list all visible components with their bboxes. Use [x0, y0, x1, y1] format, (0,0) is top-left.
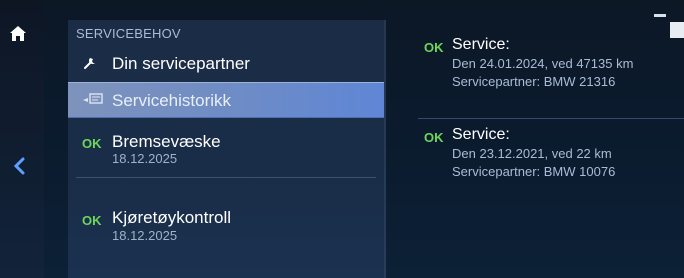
chevron-left-icon	[13, 157, 25, 175]
menu-item-label: Bremsevæske	[112, 132, 221, 151]
service-entry-partner: Servicepartner: BMW 21316	[452, 74, 616, 89]
home-icon	[10, 26, 26, 41]
menu-item-date: 18.12.2025	[112, 151, 178, 166]
idrive-screen: SERVICEBEHOV Din servicepartner Serviceh…	[0, 0, 684, 278]
ok-badge: OK	[82, 213, 102, 228]
menu-item-label: Servicehistorikk	[112, 91, 232, 110]
menu-item-label: Kjøretøykontroll	[112, 208, 232, 227]
menu-item-vehicle-check[interactable]: OK Kjøretøykontroll 18.12.2025	[68, 178, 384, 243]
service-details: OK Service: Den 24.01.2024, ved 47135 km…	[384, 0, 684, 278]
left-nav-strip	[0, 0, 44, 278]
ok-badge: OK	[424, 40, 444, 55]
service-entry-date-km: Den 24.01.2024, ved 47135 km	[452, 56, 634, 71]
back-button[interactable]	[12, 156, 28, 176]
menu-item-label: Din servicepartner	[112, 54, 250, 73]
service-entry-partner: Servicepartner: BMW 10076	[452, 164, 616, 179]
menu-item-service-history[interactable]: Servicehistorikk	[68, 82, 384, 118]
ok-badge: OK	[424, 130, 444, 145]
service-entry-title: Service:	[452, 36, 510, 53]
service-entry-title: Service:	[452, 126, 510, 143]
home-button[interactable]	[8, 24, 28, 44]
menu-title: SERVICEBEHOV	[76, 26, 181, 41]
menu-item-service-partner[interactable]: Din servicepartner	[68, 46, 384, 82]
service-entry-date-km: Den 23.12.2021, ved 22 km	[452, 146, 612, 161]
minimize-icon[interactable]	[654, 14, 666, 17]
details-divider	[418, 118, 684, 119]
menu-item-brake-fluid[interactable]: OK Bremsevæske 18.12.2025	[68, 118, 384, 176]
service-history-icon	[82, 92, 104, 111]
wrench-icon	[82, 55, 98, 76]
panel-corner-icon	[670, 22, 684, 38]
service-menu: SERVICEBEHOV Din servicepartner Serviceh…	[68, 20, 384, 278]
menu-item-date: 18.12.2025	[112, 228, 178, 243]
ok-badge: OK	[82, 136, 102, 151]
